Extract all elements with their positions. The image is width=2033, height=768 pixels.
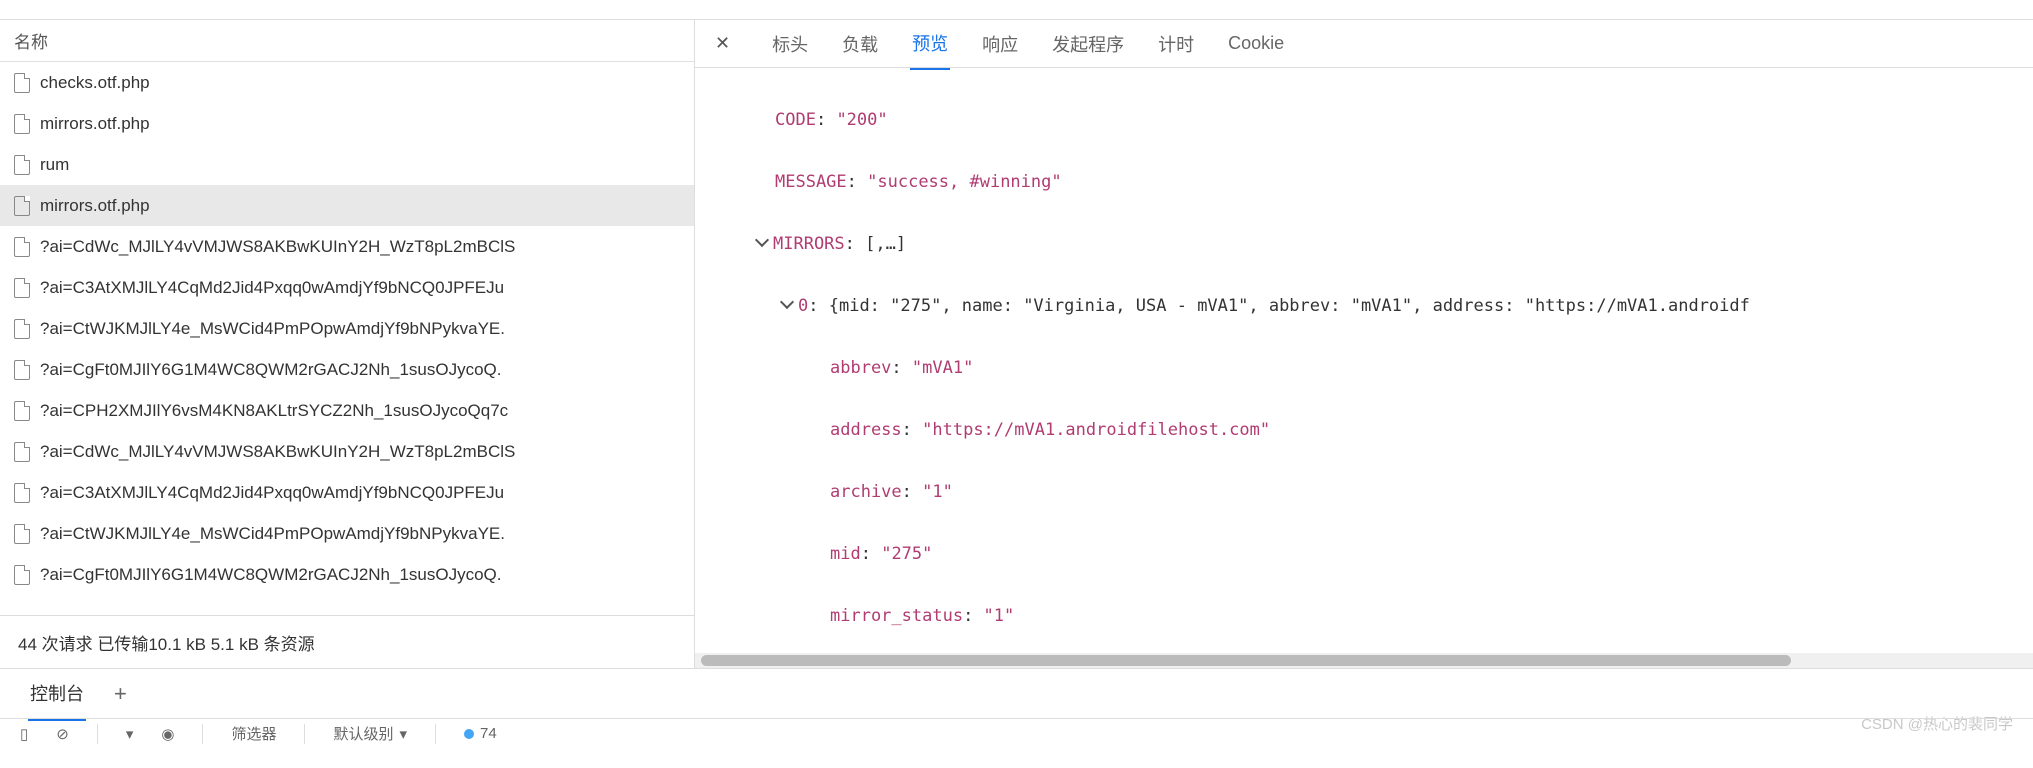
request-name: mirrors.otf.php	[40, 196, 150, 216]
file-icon	[14, 360, 30, 380]
tab-response[interactable]: 响应	[980, 20, 1020, 69]
file-icon	[14, 73, 30, 93]
request-row[interactable]: ?ai=C3AtXMJlLY4CqMd2Jid4Pxqq0wAmdjYf9bNC…	[0, 472, 694, 513]
file-icon	[14, 114, 30, 134]
json-row-expandable[interactable]: MIRRORS: [,…]	[725, 229, 2033, 260]
json-row[interactable]: address: "https://mVA1.androidfilehost.c…	[725, 415, 2033, 446]
tab-console[interactable]: 控制台	[28, 667, 86, 721]
request-row[interactable]: mirrors.otf.php	[0, 185, 694, 226]
file-icon	[14, 483, 30, 503]
request-list[interactable]: checks.otf.php mirrors.otf.php rum mirrors.…	[0, 62, 694, 615]
details-tabs: ✕ 标头 负载 预览 响应 发起程序 计时 Cookie	[695, 20, 2033, 68]
request-row[interactable]: ?ai=CdWc_MJlLY4vVMJWS8AKBwKUInY2H_WzT8pL…	[0, 431, 694, 472]
json-row[interactable]: abbrev: "mVA1"	[725, 353, 2033, 384]
json-row[interactable]: MESSAGE: "success, #winning"	[725, 167, 2033, 198]
request-row[interactable]: ?ai=CtWJKMJlLY4e_MsWCid4PmPOpwAmdjYf9bNP…	[0, 308, 694, 349]
request-row[interactable]: checks.otf.php	[0, 62, 694, 103]
file-icon	[14, 155, 30, 175]
tab-cookies[interactable]: Cookie	[1226, 21, 1286, 66]
tab-timing[interactable]: 计时	[1156, 20, 1196, 69]
filter-input[interactable]: 筛选器	[231, 723, 276, 744]
json-row-expandable[interactable]: 0: {mid: "275", name: "Virginia, USA - m…	[725, 291, 2033, 322]
horizontal-scrollbar[interactable]	[695, 653, 2033, 668]
close-icon[interactable]: ✕	[711, 29, 734, 58]
request-name: ?ai=CdWc_MJlLY4vVMJWS8AKBwKUInY2H_WzT8pL…	[40, 237, 515, 257]
request-row[interactable]: mirrors.otf.php	[0, 103, 694, 144]
request-row[interactable]: ?ai=CdWc_MJlLY4vVMJWS8AKBwKUInY2H_WzT8pL…	[0, 226, 694, 267]
request-row[interactable]: rum	[0, 144, 694, 185]
network-list-panel: 名称 checks.otf.php mirrors.otf.php rum mirro…	[0, 20, 695, 668]
json-row[interactable]: CODE: "200"	[725, 105, 2033, 136]
request-name: checks.otf.php	[40, 73, 150, 93]
file-icon	[14, 319, 30, 339]
console-toolbar: ▯ ⊘ ▾ ◉ 筛选器 默认级别 ▾ 74	[0, 718, 2033, 748]
file-icon	[14, 442, 30, 462]
request-name: ?ai=CtWJKMJlLY4e_MsWCid4PmPOpwAmdjYf9bNP…	[40, 319, 505, 339]
json-row[interactable]: mid: "275"	[725, 539, 2033, 570]
context-select[interactable]: ▾	[126, 725, 134, 743]
chevron-down-icon[interactable]	[755, 233, 769, 247]
file-icon	[14, 237, 30, 257]
column-header-name[interactable]: 名称	[0, 20, 694, 62]
request-row[interactable]: ?ai=CtWJKMJlLY4e_MsWCid4PmPOpwAmdjYf9bNP…	[0, 513, 694, 554]
scrollbar-thumb[interactable]	[701, 655, 1791, 666]
request-name: ?ai=CPH2XMJIlY6vsM4KN8AKLtrSYCZ2Nh_1susO…	[40, 401, 508, 421]
clear-icon[interactable]: ⊘	[56, 725, 69, 743]
file-icon	[14, 278, 30, 298]
tab-headers[interactable]: 标头	[770, 20, 810, 69]
tab-payload[interactable]: 负载	[840, 20, 880, 69]
request-name: ?ai=C3AtXMJlLY4CqMd2Jid4Pxqq0wAmdjYf9bNC…	[40, 278, 504, 298]
tab-initiator[interactable]: 发起程序	[1050, 20, 1126, 69]
request-row[interactable]: ?ai=CgFt0MJIlY6G1M4WC8QWM2rGACJ2Nh_1susO…	[0, 349, 694, 390]
json-preview[interactable]: CODE: "200" MESSAGE: "success, #winning"…	[695, 68, 2033, 653]
chevron-down-icon[interactable]	[780, 295, 794, 309]
request-name: mirrors.otf.php	[40, 114, 150, 134]
network-summary: 44 次请求 已传输10.1 kB 5.1 kB 条资源	[0, 615, 694, 668]
file-icon	[14, 524, 30, 544]
request-name: ?ai=CgFt0MJIlY6G1M4WC8QWM2rGACJ2Nh_1susO…	[40, 360, 502, 380]
request-row[interactable]: ?ai=C3AtXMJlLY4CqMd2Jid4Pxqq0wAmdjYf9bNC…	[0, 267, 694, 308]
request-row[interactable]: ?ai=CgFt0MJIlY6G1M4WC8QWM2rGACJ2Nh_1susO…	[0, 554, 694, 595]
details-panel: ✕ 标头 负载 预览 响应 发起程序 计时 Cookie CODE: "200"…	[695, 20, 2033, 668]
info-dot-icon	[464, 729, 474, 739]
drawer-tabs: 控制台 + CSDN @热心的裴同学	[0, 668, 2033, 718]
json-row[interactable]: mirror_status: "1"	[725, 601, 2033, 632]
request-name: ?ai=C3AtXMJlLY4CqMd2Jid4Pxqq0wAmdjYf9bNC…	[40, 483, 504, 503]
issue-count[interactable]: 74	[464, 725, 497, 742]
add-tab-icon[interactable]: +	[114, 681, 127, 707]
toolbar-icon[interactable]: ▯	[20, 725, 28, 743]
tab-preview[interactable]: 预览	[910, 20, 950, 70]
request-name: ?ai=CtWJKMJlLY4e_MsWCid4PmPOpwAmdjYf9bNP…	[40, 524, 505, 544]
request-name: rum	[40, 155, 69, 175]
level-select[interactable]: 默认级别 ▾	[333, 723, 407, 744]
eye-icon[interactable]: ◉	[161, 725, 174, 743]
request-name: ?ai=CdWc_MJlLY4vVMJWS8AKBwKUInY2H_WzT8pL…	[40, 442, 515, 462]
request-name: ?ai=CgFt0MJIlY6G1M4WC8QWM2rGACJ2Nh_1susO…	[40, 565, 502, 585]
file-icon	[14, 401, 30, 421]
json-row[interactable]: archive: "1"	[725, 477, 2033, 508]
request-row[interactable]: ?ai=CPH2XMJIlY6vsM4KN8AKLtrSYCZ2Nh_1susO…	[0, 390, 694, 431]
file-icon	[14, 196, 30, 216]
file-icon	[14, 565, 30, 585]
